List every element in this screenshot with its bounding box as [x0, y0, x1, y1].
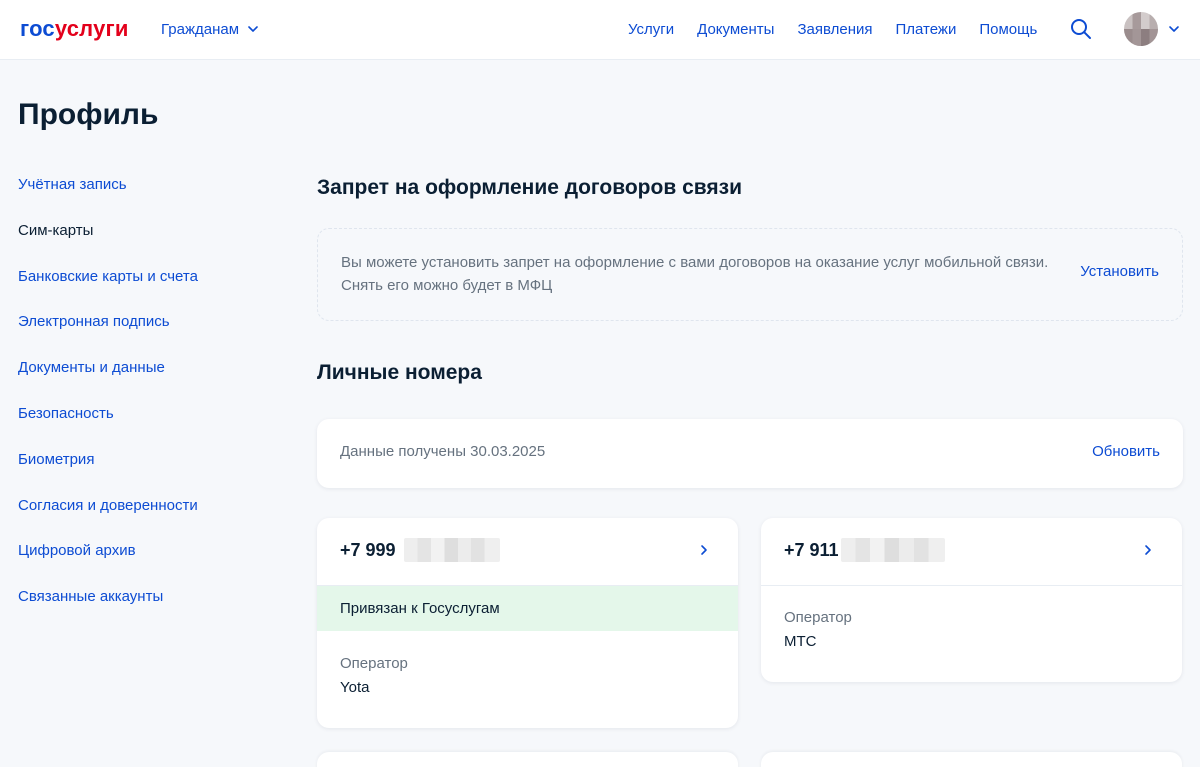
refresh-link[interactable]: Обновить — [1092, 443, 1160, 460]
set-ban-link[interactable]: Установить — [1080, 263, 1159, 280]
profile-sidebar: Учётная запись Сим-карты Банковские карт… — [18, 175, 278, 633]
phone-card: +7 999 Привязан к Госуслугам Оператор Yo… — [317, 518, 738, 728]
sidebar-item-sim-cards[interactable]: Сим-карты — [18, 221, 278, 241]
operator-label: Оператор — [784, 609, 852, 626]
chevron-down-icon — [248, 26, 258, 32]
phone-card: +7 911 Оператор МТС — [761, 518, 1182, 682]
chevron-right-icon — [1145, 545, 1151, 555]
phone-number: +7 999 — [340, 538, 500, 562]
sidebar-item-bank-cards[interactable]: Банковские карты и счета — [18, 267, 278, 287]
chevron-down-icon[interactable] — [1168, 23, 1180, 35]
ban-description: Вы можете установить запрет на оформлени… — [341, 254, 1049, 294]
phone-card-partial — [761, 752, 1182, 767]
phone-card-partial — [317, 752, 738, 767]
hidden-digits — [840, 538, 945, 562]
operator-label: Оператор — [340, 655, 408, 672]
ban-info-box: Вы можете установить запрет на оформлени… — [317, 228, 1183, 321]
top-header: госуслуги Гражданам Услуги Документы Зая… — [0, 0, 1200, 60]
avatar[interactable] — [1124, 12, 1158, 46]
phone-card-header[interactable]: +7 911 — [761, 518, 1182, 586]
data-update-card: Данные получены 30.03.2025 Обновить — [317, 419, 1183, 488]
sidebar-item-account[interactable]: Учётная запись — [18, 175, 278, 195]
sidebar-item-linked-accounts[interactable]: Связанные аккаунты — [18, 587, 278, 607]
audience-dropdown[interactable]: Гражданам — [161, 19, 259, 39]
hidden-digits — [403, 538, 500, 562]
phone-number: +7 911 — [784, 538, 945, 562]
phone-card-header[interactable]: +7 999 — [317, 518, 738, 586]
main-nav: Услуги Документы Заявления Платежи Помощ… — [628, 19, 1060, 39]
operator-value: Yota — [340, 679, 370, 696]
sidebar-item-e-signature[interactable]: Электронная подпись — [18, 312, 278, 332]
ban-section-title: Запрет на оформление договоров связи — [317, 176, 742, 199]
search-icon[interactable] — [1069, 17, 1093, 41]
sidebar-item-security[interactable]: Безопасность — [18, 404, 278, 424]
operator-value: МТС — [784, 633, 817, 650]
sidebar-item-consents[interactable]: Согласия и доверенности — [18, 496, 278, 516]
audience-label: Гражданам — [161, 20, 240, 38]
gosuslugi-logo[interactable]: госуслуги — [20, 15, 129, 43]
sidebar-item-biometrics[interactable]: Биометрия — [18, 450, 278, 470]
nav-documents[interactable]: Документы — [697, 21, 774, 38]
chevron-right-icon — [701, 545, 707, 555]
personal-numbers-title: Личные номера — [317, 361, 482, 384]
sidebar-item-documents[interactable]: Документы и данные — [18, 358, 278, 378]
linked-status-badge: Привязан к Госуслугам — [317, 586, 738, 631]
nav-help[interactable]: Помощь — [979, 21, 1037, 38]
sidebar-item-digital-archive[interactable]: Цифровой архив — [18, 541, 278, 561]
nav-services[interactable]: Услуги — [628, 21, 674, 38]
data-received-text: Данные получены 30.03.2025 — [340, 443, 546, 460]
page-title: Профиль — [18, 98, 159, 131]
nav-applications[interactable]: Заявления — [797, 21, 872, 38]
nav-payments[interactable]: Платежи — [896, 21, 957, 38]
